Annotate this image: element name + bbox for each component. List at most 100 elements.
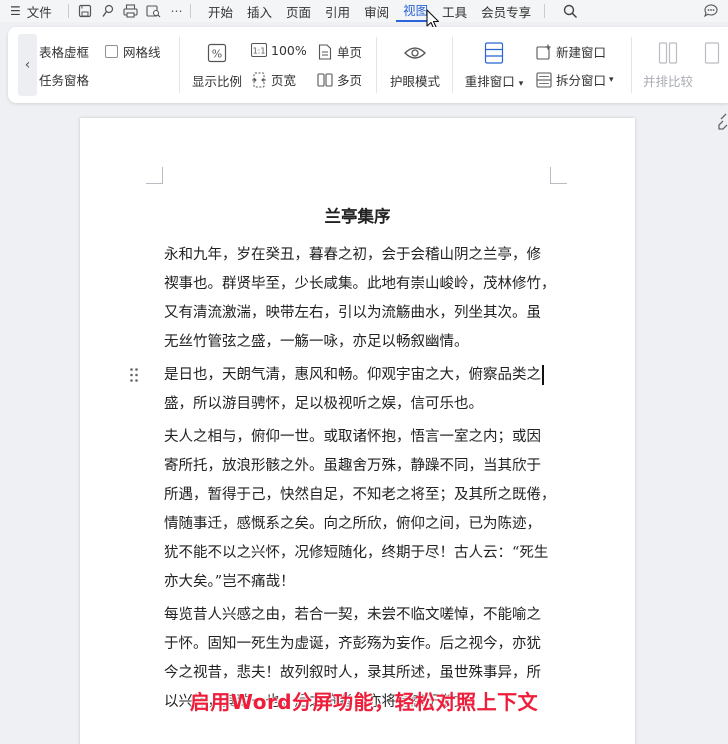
display-ratio-label: 显示比例 bbox=[191, 74, 242, 89]
more-tools-icon[interactable]: ⋯ bbox=[169, 4, 184, 19]
text-line-content: 是日也，天朗气清，惠风和畅。仰观宇宙之大，俯察品类之 bbox=[164, 367, 541, 383]
document-title: 兰亭集序 bbox=[324, 207, 391, 226]
menu-bar: ☰ 文件 ⋯ 开始 插入 页面 引用 审阅 视图 工具 会员专享 bbox=[0, 0, 728, 22]
text-line: 寄所托，放浪形骸之外。虽趣舍万殊，静躁不同，当其欣于 bbox=[164, 458, 541, 474]
multi-page-icon bbox=[317, 72, 333, 88]
percent-icon: % bbox=[207, 41, 227, 65]
text-line: 禊事也。群贤毕至，少长咸集。此地有崇山峻岭，茂林修竹， bbox=[164, 276, 556, 292]
text-line: 于怀。固知一死生为虚诞，齐彭殇为妄作。后之视今，亦犹 bbox=[164, 636, 541, 652]
paragraph-2[interactable]: 是日也，天朗气清，惠风和畅。仰观宇宙之大，俯察品类之 盛，所以游目骋怀，足以极视… bbox=[164, 361, 554, 419]
multi-page-button[interactable]: 多页 bbox=[317, 70, 362, 89]
split-window-button[interactable]: 拆分窗口 ▾ bbox=[536, 70, 614, 89]
document-page[interactable]: 兰亭集序 永和九年，岁在癸丑，暮春之初，会于会稽山阴之兰亭，修 禊事也。群贤毕至… bbox=[80, 118, 635, 744]
eye-protection-label: 护眼模式 bbox=[389, 74, 440, 89]
paragraph-drag-handle[interactable] bbox=[128, 366, 140, 384]
gridlines-label: 网格线 bbox=[123, 45, 161, 60]
new-window-label: 新建窗口 bbox=[556, 45, 607, 60]
text-line: 今之视昔，悲夫！故列叙时人，录其所述，虽世殊事异，所 bbox=[164, 665, 541, 681]
page-width-icon bbox=[251, 72, 267, 88]
view-ribbon: ‹ 表格虚框 网格线 任务窗格 % 显示比例 1:1 100% 页宽 单页 多页… bbox=[8, 27, 728, 103]
ribbon-divider bbox=[452, 37, 453, 93]
menu-divider bbox=[544, 4, 546, 18]
ribbon-divider bbox=[179, 37, 180, 93]
chevron-left-icon: ‹ bbox=[24, 57, 31, 73]
text-line: 盛，所以游目骋怀，足以极视听之娱，信可乐也。 bbox=[164, 396, 483, 412]
checkbox-icon[interactable] bbox=[105, 45, 118, 58]
text-line: 亦大矣。”岂不痛哉！ bbox=[164, 574, 295, 590]
file-menu[interactable]: ☰ 文件 bbox=[0, 2, 62, 21]
text-line: 无丝竹管弦之盛，一觞一咏，亦足以畅叙幽情。 bbox=[164, 334, 469, 350]
task-pane-option[interactable]: 任务窗格 bbox=[39, 70, 89, 89]
text-line: 所遇，暂得于己，快然自足，不知老之将至；及其所之既倦， bbox=[164, 487, 556, 503]
single-page-label: 单页 bbox=[337, 45, 363, 60]
format-painter-icon[interactable] bbox=[100, 4, 115, 19]
text-line: 每览昔人兴感之由，若合一契，未尝不临文嗟悼，不能喻之 bbox=[164, 607, 541, 623]
gridlines-checkbox[interactable]: 网格线 bbox=[105, 42, 161, 61]
new-window-button[interactable]: 新建窗口 bbox=[536, 42, 606, 61]
text-line: 情随事迁，感慨系之矣。向之所欣，俯仰之间，已为陈迹， bbox=[164, 516, 541, 532]
chevron-down-icon: ▾ bbox=[609, 74, 614, 85]
rearrange-windows-label: 重排窗口 bbox=[464, 74, 515, 89]
text-line: 夫人之相与，俯仰一世。或取诸怀抱，悟言一室之内；或因 bbox=[164, 429, 541, 445]
page-width-label: 页宽 bbox=[271, 73, 297, 88]
rearrange-windows-button[interactable]: 重排窗口 ▾ bbox=[463, 41, 525, 90]
zoom-100-label: 100% bbox=[271, 42, 307, 58]
rearrange-windows-icon bbox=[484, 41, 504, 65]
split-window-label: 拆分窗口 bbox=[556, 73, 607, 88]
task-pane-label: 任务窗格 bbox=[39, 73, 90, 88]
menu-review[interactable]: 审阅 bbox=[357, 2, 396, 21]
side-by-side-button[interactable]: 并排比较 bbox=[642, 41, 694, 90]
menu-page[interactable]: 页面 bbox=[279, 2, 318, 21]
document-tool-icon[interactable] bbox=[718, 112, 728, 130]
single-page-icon bbox=[317, 43, 333, 60]
text-line: 又有清流激湍，映带左右，引以为流觞曲水，列坐其次。虽 bbox=[164, 305, 541, 321]
file-menu-label: 文件 bbox=[26, 4, 52, 20]
menu-divider bbox=[190, 4, 191, 18]
text-line: 犹不能不以之兴怀，况修短随化，终期于尽！古人云：“死生 bbox=[164, 545, 549, 561]
tutorial-caption: 启用Word分屏功能，轻松对照上下文 bbox=[189, 690, 539, 714]
ribbon-divider bbox=[631, 37, 632, 93]
menu-divider bbox=[68, 4, 69, 18]
split-window-icon bbox=[536, 71, 552, 88]
table-gridlines-option[interactable]: 表格虚框 bbox=[39, 42, 89, 61]
quick-access-toolbar: ⋯ bbox=[75, 4, 184, 19]
side-by-side-label: 并排比较 bbox=[642, 74, 693, 89]
svg-text:1:1: 1:1 bbox=[253, 47, 266, 56]
eye-icon bbox=[404, 41, 426, 65]
table-gridlines-label: 表格虚框 bbox=[39, 45, 90, 60]
ribbon-scroll-left-button[interactable]: ‹ bbox=[18, 34, 37, 96]
print-preview-icon[interactable] bbox=[146, 4, 161, 19]
menu-tabs: 开始 插入 页面 引用 审阅 视图 工具 会员专享 bbox=[201, 0, 538, 22]
eye-protection-button[interactable]: 护眼模式 bbox=[386, 41, 444, 90]
margin-corner-top-left bbox=[146, 167, 163, 184]
save-icon[interactable] bbox=[77, 4, 92, 19]
menu-insert[interactable]: 插入 bbox=[240, 2, 279, 21]
new-window-icon bbox=[536, 44, 552, 60]
display-ratio-button[interactable]: % 显示比例 bbox=[191, 41, 243, 90]
zoom-100-button[interactable]: 1:1 100% bbox=[251, 42, 307, 58]
ribbon-divider bbox=[376, 37, 377, 93]
svg-text:%: % bbox=[212, 48, 222, 61]
menu-member[interactable]: 会员专享 bbox=[474, 2, 538, 21]
chevron-down-icon: ▾ bbox=[518, 79, 524, 89]
menu-home[interactable]: 开始 bbox=[201, 2, 240, 21]
multi-page-label: 多页 bbox=[337, 73, 363, 88]
margin-corner-top-right bbox=[550, 167, 567, 184]
sync-scroll-icon bbox=[704, 41, 720, 65]
sync-scroll-button[interactable] bbox=[702, 41, 722, 71]
print-icon[interactable] bbox=[123, 4, 138, 19]
hamburger-icon: ☰ bbox=[10, 4, 21, 18]
search-icon[interactable] bbox=[561, 2, 579, 20]
rearrange-windows-label-wrap: 重排窗口 ▾ bbox=[465, 71, 524, 90]
paragraph-3[interactable]: 夫人之相与，俯仰一世。或取诸怀抱，悟言一室之内；或因 寄所托，放浪形骸之外。虽趣… bbox=[164, 423, 556, 597]
text-line: 是日也，天朗气清，惠风和畅。仰观宇宙之大，俯察品类之 bbox=[164, 361, 554, 390]
single-page-button[interactable]: 单页 bbox=[317, 42, 362, 61]
text-line: 永和九年，岁在癸丑，暮春之初，会于会稽山阴之兰亭，修 bbox=[164, 247, 541, 263]
menu-references[interactable]: 引用 bbox=[318, 2, 357, 21]
paragraph-1[interactable]: 永和九年，岁在癸丑，暮春之初，会于会稽山阴之兰亭，修 禊事也。群贤毕至，少长咸集… bbox=[164, 241, 556, 357]
more-options-icon[interactable] bbox=[702, 2, 720, 20]
page-width-button[interactable]: 页宽 bbox=[251, 70, 296, 89]
actual-size-icon: 1:1 bbox=[251, 42, 267, 58]
side-by-side-icon bbox=[658, 41, 678, 65]
menu-tools[interactable]: 工具 bbox=[435, 2, 474, 21]
